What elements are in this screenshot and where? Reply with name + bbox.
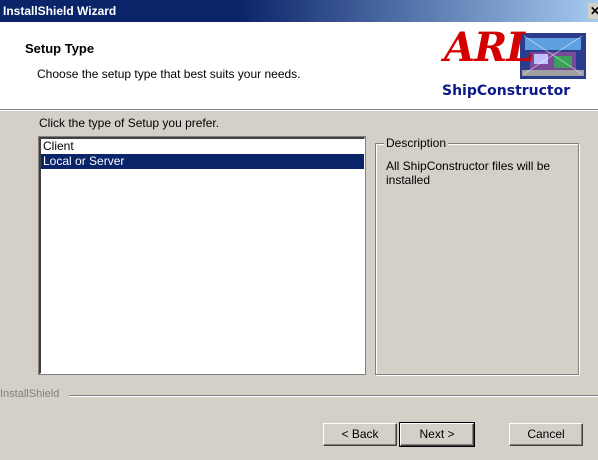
shipconstructor-logo: ARL ShipConstructor: [432, 24, 594, 105]
title-bar: InstallShield Wizard ✕: [0, 0, 598, 22]
header-divider-highlight: [0, 110, 598, 111]
next-button[interactable]: Next >: [399, 422, 475, 447]
installshield-brand: InstallShield: [0, 388, 60, 400]
cancel-button[interactable]: Cancel: [509, 423, 583, 446]
close-icon[interactable]: ✕: [588, 3, 598, 19]
instruction-text: Click the type of Setup you prefer.: [39, 116, 220, 130]
list-item-client[interactable]: Client: [41, 139, 364, 154]
page-title: Setup Type: [25, 41, 95, 56]
wizard-header: Setup Type Choose the setup type that be…: [0, 22, 598, 109]
list-item-local-or-server[interactable]: Local or Server: [41, 154, 364, 169]
back-button[interactable]: < Back: [323, 423, 397, 446]
footer-divider-highlight: [69, 396, 598, 397]
page-subtitle: Choose the setup type that best suits yo…: [37, 67, 301, 81]
window-title: InstallShield Wizard: [3, 4, 117, 18]
logo-brand: ARL: [444, 24, 534, 71]
description-text: All ShipConstructor files will be instal…: [386, 159, 551, 187]
description-group: Description All ShipConstructor files wi…: [375, 136, 579, 375]
logo-product: ShipConstructor: [442, 83, 571, 99]
description-legend: Description: [384, 136, 449, 150]
setup-type-list[interactable]: Client Local or Server: [38, 136, 366, 375]
